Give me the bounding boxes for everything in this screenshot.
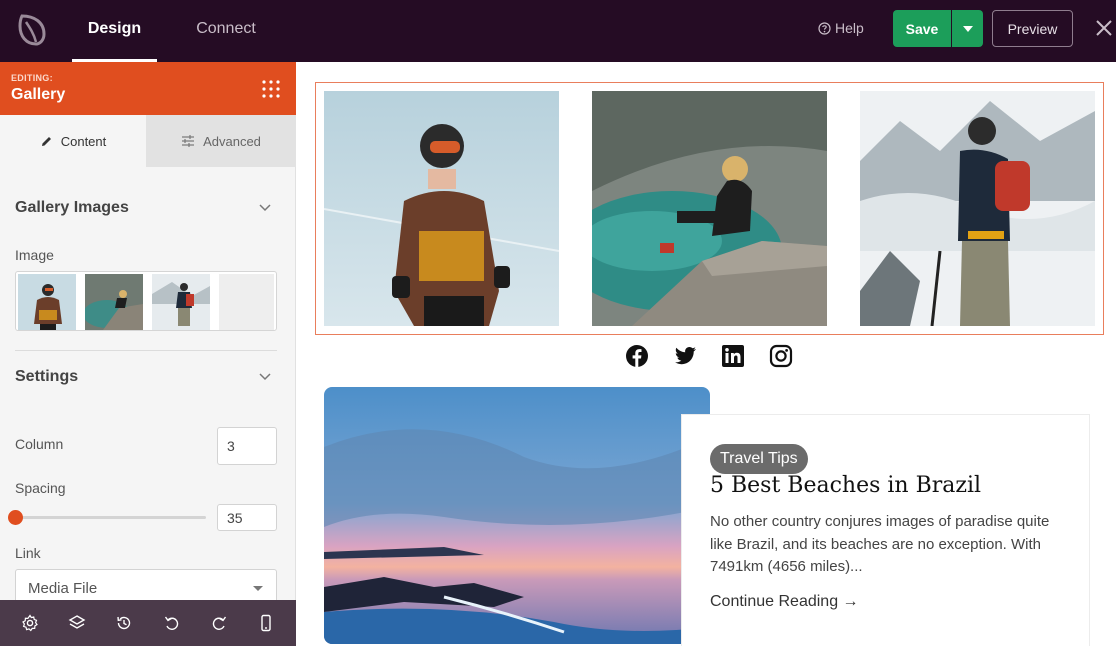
link-label: Link: [15, 545, 41, 561]
instagram-icon[interactable]: [769, 344, 793, 368]
tab-connect[interactable]: Connect: [186, 0, 266, 62]
column-input[interactable]: 3: [217, 427, 277, 465]
gallery-add-slot[interactable]: [219, 274, 274, 330]
gallery-images-heading[interactable]: Gallery Images: [15, 199, 129, 217]
post-title[interactable]: 5 Best Beaches in Brazil: [710, 473, 981, 498]
question-circle-icon: [818, 21, 831, 35]
facebook-icon[interactable]: [625, 344, 649, 368]
save-options-dropdown[interactable]: [952, 10, 983, 47]
caret-down-icon: [253, 586, 263, 591]
panel-tabs: Content Advanced: [0, 115, 296, 167]
page-canvas: Travel Tips 5 Best Beaches in Brazil No …: [297, 62, 1116, 646]
linkedin-icon[interactable]: [721, 344, 745, 368]
chevron-down-icon[interactable]: [259, 373, 271, 381]
pencil-icon: [41, 136, 51, 146]
preview-button[interactable]: Preview: [992, 10, 1073, 47]
gallery-block[interactable]: [315, 82, 1104, 335]
redo-icon[interactable]: [210, 614, 228, 632]
spacing-label: Spacing: [15, 480, 66, 496]
bottom-toolbar: [0, 600, 296, 646]
tab-advanced[interactable]: Advanced: [146, 115, 296, 167]
seedprod-logo-icon[interactable]: [14, 12, 54, 48]
sliders-icon: [182, 135, 195, 147]
save-button[interactable]: Save: [893, 10, 951, 47]
gallery-image-list[interactable]: [15, 271, 277, 331]
close-icon[interactable]: [1093, 17, 1115, 39]
help-label: Help: [835, 20, 864, 36]
tab-content-label: Content: [60, 133, 107, 149]
link-select-value: Media File: [28, 579, 98, 597]
help-link[interactable]: Help: [818, 20, 864, 36]
tab-content[interactable]: Content: [0, 115, 146, 167]
chevron-down-icon[interactable]: [259, 204, 271, 212]
gallery-image-3[interactable]: [860, 91, 1095, 326]
post-featured-image[interactable]: [324, 387, 710, 644]
editing-label: EDITING:: [11, 73, 53, 83]
gallery-thumb-3[interactable]: [152, 274, 210, 330]
post-excerpt: No other country conjures images of para…: [710, 513, 1050, 575]
mobile-icon[interactable]: [257, 614, 275, 632]
top-bar: Design Connect Help Save Preview: [0, 0, 1116, 62]
undo-icon[interactable]: [163, 614, 181, 632]
gallery-thumb-1[interactable]: [18, 274, 76, 330]
section-divider: [15, 350, 277, 351]
layers-icon[interactable]: [68, 614, 86, 632]
caret-down-icon: [962, 25, 973, 32]
tab-design[interactable]: Design: [72, 0, 157, 62]
history-icon[interactable]: [115, 614, 133, 632]
tab-advanced-label: Advanced: [203, 133, 261, 149]
gear-icon[interactable]: [21, 614, 39, 632]
spacing-input[interactable]: 35: [217, 504, 277, 531]
editing-block-title: Gallery: [11, 86, 66, 103]
spacing-slider-handle[interactable]: [8, 510, 23, 525]
settings-heading[interactable]: Settings: [15, 368, 78, 386]
gallery-image-1[interactable]: [324, 91, 559, 326]
spacing-slider-track[interactable]: [15, 516, 206, 519]
post-card: Travel Tips 5 Best Beaches in Brazil No …: [681, 414, 1090, 646]
drag-handle-icon[interactable]: [261, 79, 281, 99]
gallery-image-2[interactable]: [592, 91, 827, 326]
twitter-icon[interactable]: [673, 344, 697, 368]
continue-reading-link[interactable]: Continue Reading →: [710, 593, 859, 611]
image-label: Image: [15, 247, 54, 263]
gallery-thumb-2[interactable]: [85, 274, 143, 330]
post-category-badge[interactable]: Travel Tips: [710, 444, 808, 474]
column-label: Column: [15, 436, 64, 452]
editing-header: EDITING: Gallery: [0, 62, 296, 115]
sidebar-panel: EDITING: Gallery Content Advanced Galler…: [0, 62, 296, 646]
